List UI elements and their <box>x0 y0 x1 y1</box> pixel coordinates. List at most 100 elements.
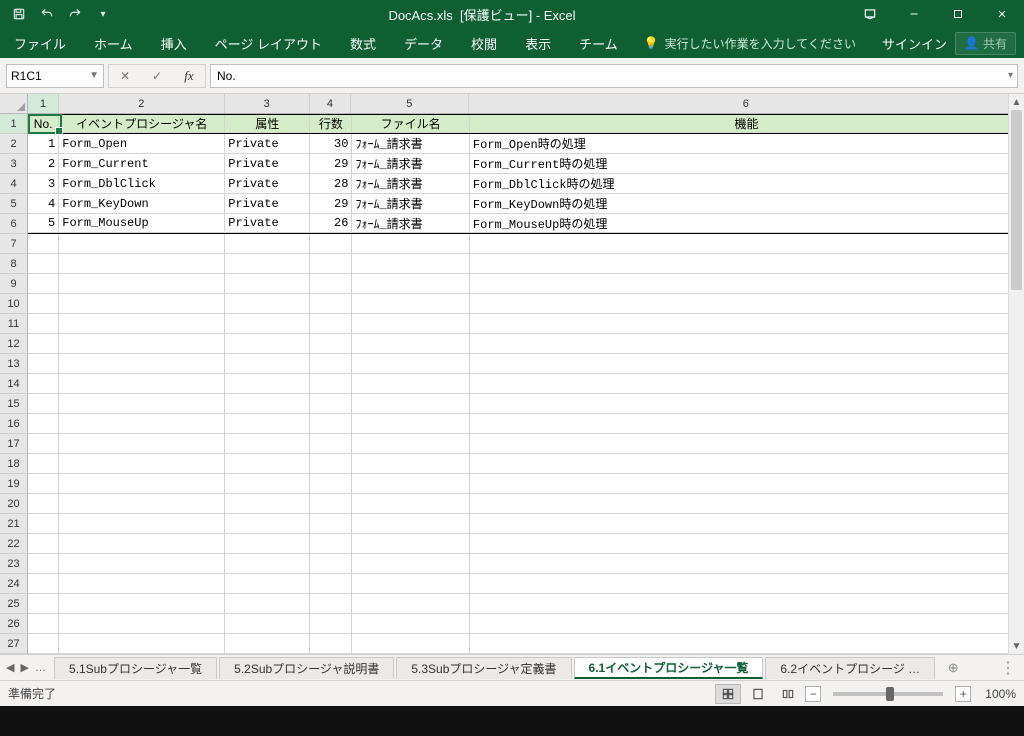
cell[interactable] <box>59 394 225 414</box>
cell[interactable] <box>470 634 1024 654</box>
cell[interactable]: 5 <box>28 214 59 233</box>
redo-icon[interactable] <box>62 2 88 26</box>
select-all-corner[interactable] <box>0 94 27 114</box>
tab-review[interactable]: 校閲 <box>457 28 511 58</box>
sheet-tab[interactable]: 6.1イベントプロシージャ一覧 <box>574 657 764 679</box>
cell[interactable]: Private <box>225 134 310 154</box>
cell[interactable] <box>225 274 310 294</box>
cell[interactable] <box>470 514 1024 534</box>
scroll-thumb[interactable] <box>1011 110 1022 290</box>
cell[interactable] <box>59 354 225 374</box>
row-header[interactable]: 12 <box>0 334 27 354</box>
cell[interactable]: ﾌｫｰﾑ_請求書 <box>352 134 469 154</box>
cell[interactable] <box>310 494 352 514</box>
cell[interactable] <box>59 634 225 654</box>
cell[interactable] <box>352 574 469 594</box>
cell[interactable] <box>310 554 352 574</box>
cell[interactable] <box>28 574 59 594</box>
tab-nav-next-icon[interactable]: ▶ <box>20 661 28 674</box>
cell[interactable]: イベントプロシージャ名 <box>59 115 225 133</box>
row-header[interactable]: 4 <box>0 174 27 194</box>
row-header[interactable]: 8 <box>0 254 27 274</box>
cell[interactable] <box>310 414 352 434</box>
cell[interactable]: Form_MouseUp時の処理 <box>470 214 1024 233</box>
cell[interactable] <box>225 434 310 454</box>
cell[interactable]: 30 <box>310 134 352 154</box>
row-header[interactable]: 17 <box>0 434 27 454</box>
cell[interactable] <box>59 454 225 474</box>
cell[interactable] <box>352 234 469 254</box>
cell[interactable]: ﾌｫｰﾑ_請求書 <box>352 214 469 233</box>
row-header[interactable]: 24 <box>0 574 27 594</box>
cell[interactable] <box>470 454 1024 474</box>
cell[interactable] <box>310 254 352 274</box>
tab-nav-prev-icon[interactable]: ◀ <box>6 661 14 674</box>
cell[interactable] <box>470 274 1024 294</box>
cell[interactable] <box>59 514 225 534</box>
cell[interactable] <box>470 494 1024 514</box>
cell[interactable] <box>28 474 59 494</box>
cell[interactable] <box>470 554 1024 574</box>
sheet-tab[interactable]: 5.3Subプロシージャ定義書 <box>396 657 571 679</box>
cell[interactable]: 29 <box>310 194 352 214</box>
cell[interactable] <box>352 494 469 514</box>
save-icon[interactable] <box>6 2 32 26</box>
cell[interactable] <box>470 614 1024 634</box>
cell[interactable] <box>470 394 1024 414</box>
scroll-down-icon[interactable]: ▼ <box>1009 638 1024 654</box>
add-sheet-icon[interactable]: ⊕ <box>943 658 963 678</box>
column-header[interactable]: 1 <box>28 94 59 113</box>
cell[interactable] <box>28 394 59 414</box>
cell[interactable] <box>28 514 59 534</box>
cell[interactable] <box>225 314 310 334</box>
cell[interactable] <box>352 294 469 314</box>
cell[interactable]: Private <box>225 174 310 194</box>
cell[interactable] <box>470 234 1024 254</box>
cell[interactable] <box>470 354 1024 374</box>
cell[interactable] <box>225 374 310 394</box>
cell[interactable] <box>352 514 469 534</box>
cell[interactable] <box>352 534 469 554</box>
cell[interactable] <box>470 434 1024 454</box>
maximize-icon[interactable] <box>936 0 980 28</box>
row-header[interactable]: 21 <box>0 514 27 534</box>
scroll-up-icon[interactable]: ▲ <box>1009 94 1024 110</box>
cell[interactable] <box>59 334 225 354</box>
cell[interactable] <box>59 234 225 254</box>
tab-page-layout[interactable]: ページ レイアウト <box>201 28 336 58</box>
cell[interactable] <box>225 534 310 554</box>
ribbon-display-options-icon[interactable] <box>848 0 892 28</box>
zoom-level[interactable]: 100% <box>985 687 1016 701</box>
zoom-slider[interactable] <box>833 692 943 696</box>
cell[interactable] <box>310 434 352 454</box>
cell[interactable] <box>28 314 59 334</box>
cell[interactable] <box>352 354 469 374</box>
cell[interactable] <box>352 334 469 354</box>
cell[interactable] <box>225 254 310 274</box>
column-header[interactable]: 5 <box>351 94 468 113</box>
cell[interactable]: Form_KeyDown時の処理 <box>470 194 1024 214</box>
cell[interactable] <box>352 254 469 274</box>
cell[interactable] <box>28 254 59 274</box>
sheet-tab[interactable]: 5.1Subプロシージャ一覧 <box>54 657 217 679</box>
row-header[interactable]: 16 <box>0 414 27 434</box>
cell[interactable]: ﾌｫｰﾑ_請求書 <box>352 194 469 214</box>
cell[interactable] <box>225 394 310 414</box>
cell[interactable] <box>310 534 352 554</box>
cell[interactable]: 行数 <box>310 115 352 133</box>
cell[interactable] <box>310 594 352 614</box>
cell[interactable] <box>225 494 310 514</box>
tab-team[interactable]: チーム <box>565 28 632 58</box>
cell[interactable]: 28 <box>310 174 352 194</box>
tab-insert[interactable]: 挿入 <box>147 28 201 58</box>
cell[interactable] <box>225 334 310 354</box>
cell[interactable] <box>352 274 469 294</box>
row-header[interactable]: 25 <box>0 594 27 614</box>
cell[interactable] <box>225 454 310 474</box>
row-header[interactable]: 18 <box>0 454 27 474</box>
tab-nav-more[interactable]: … <box>35 662 46 674</box>
cell[interactable] <box>28 234 59 254</box>
column-header[interactable]: 2 <box>59 94 225 113</box>
cell[interactable]: Form_DblClick <box>59 174 225 194</box>
cell[interactable]: 属性 <box>225 115 310 133</box>
